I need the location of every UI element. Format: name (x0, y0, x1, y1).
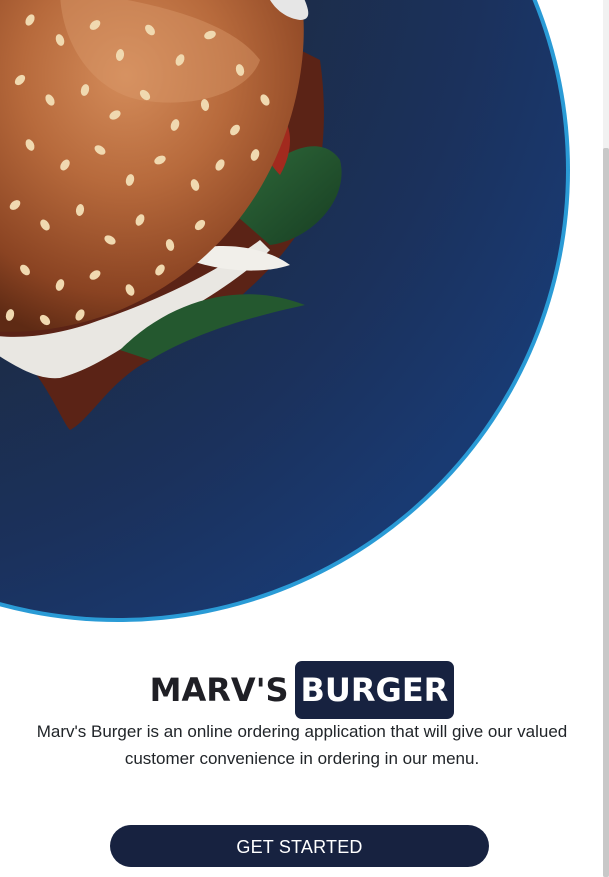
app-description: Marv's Burger is an online ordering appl… (36, 722, 568, 768)
brand-name-part1: MARV'S (149, 671, 289, 709)
scrollbar-thumb[interactable] (603, 148, 609, 877)
get-started-button[interactable]: GET STARTED (110, 825, 489, 867)
hero-burger-image (0, 0, 604, 640)
brand-name-part2-badge: BURGER (294, 661, 455, 719)
landing-page: MARV'S BURGER Marv's Burger is an online … (0, 0, 609, 877)
scrollbar[interactable] (603, 0, 609, 877)
brand-title: MARV'S BURGER (0, 657, 604, 721)
